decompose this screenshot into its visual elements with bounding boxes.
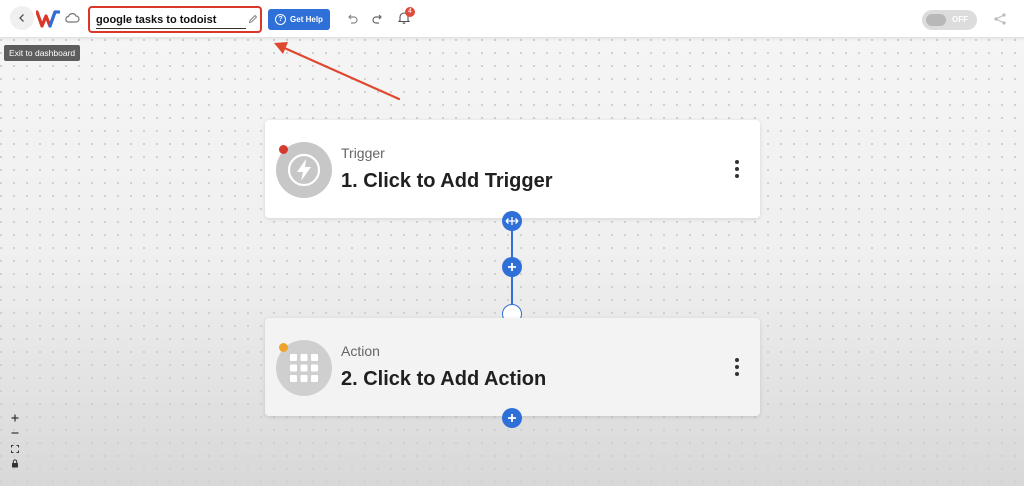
pencil-icon[interactable]	[248, 14, 258, 24]
minus-icon	[11, 432, 19, 434]
workflow-name-input[interactable]	[96, 11, 246, 29]
notifications-button[interactable]: 4	[397, 7, 415, 25]
zoom-in-button[interactable]	[9, 412, 21, 424]
add-step-button[interactable]	[502, 257, 522, 277]
action-kind-label: Action	[341, 343, 380, 359]
workflow-on-off-toggle[interactable]: OFF	[922, 10, 977, 30]
plus-icon	[508, 263, 516, 271]
trigger-kind-label: Trigger	[341, 145, 385, 161]
canvas-zoom-controls	[8, 412, 22, 470]
action-title[interactable]: 2. Click to Add Action	[341, 368, 546, 391]
plus-icon	[508, 414, 516, 422]
collapse-connector-node[interactable]	[502, 211, 522, 231]
trigger-status-dot	[279, 145, 288, 154]
kebab-menu-icon[interactable]	[732, 158, 742, 180]
add-step-after-action-button[interactable]	[502, 408, 522, 428]
lock-icon	[12, 459, 18, 468]
kebab-menu-icon[interactable]	[732, 356, 742, 378]
workflow-name-highlight	[88, 6, 262, 33]
trigger-step-card[interactable]: Trigger 1. Click to Add Trigger	[265, 120, 760, 218]
toggle-knob	[926, 14, 946, 26]
get-help-button[interactable]: ? Get Help	[268, 9, 330, 30]
get-help-label: Get Help	[290, 15, 323, 24]
trigger-title[interactable]: 1. Click to Add Trigger	[341, 170, 553, 193]
back-button[interactable]	[10, 6, 34, 30]
chevron-left-icon	[19, 14, 24, 22]
exit-to-dashboard-tooltip: Exit to dashboard	[4, 45, 81, 61]
action-step-card[interactable]: Action 2. Click to Add Action	[265, 318, 760, 416]
share-icon[interactable]	[993, 12, 1007, 26]
lock-canvas-button[interactable]	[9, 458, 21, 470]
plus-icon	[11, 414, 19, 422]
fit-view-button[interactable]	[9, 443, 21, 455]
toggle-label: OFF	[952, 15, 968, 24]
grid-apps-icon	[290, 354, 318, 382]
annotation-arrow	[274, 42, 401, 101]
cloud-icon	[65, 13, 80, 23]
top-toolbar: ? Get Help 4 OFF	[0, 0, 1024, 38]
fit-view-icon	[11, 444, 19, 453]
notification-badge: 4	[405, 7, 415, 17]
redo-icon[interactable]	[372, 13, 384, 25]
lightning-bolt-icon	[287, 153, 321, 187]
arrows-horizontal-icon	[505, 217, 519, 225]
undo-icon[interactable]	[346, 13, 358, 25]
action-status-dot	[279, 343, 288, 352]
logo-icon[interactable]	[36, 8, 60, 30]
zoom-out-button[interactable]	[9, 427, 21, 439]
question-circle-icon: ?	[275, 14, 287, 25]
